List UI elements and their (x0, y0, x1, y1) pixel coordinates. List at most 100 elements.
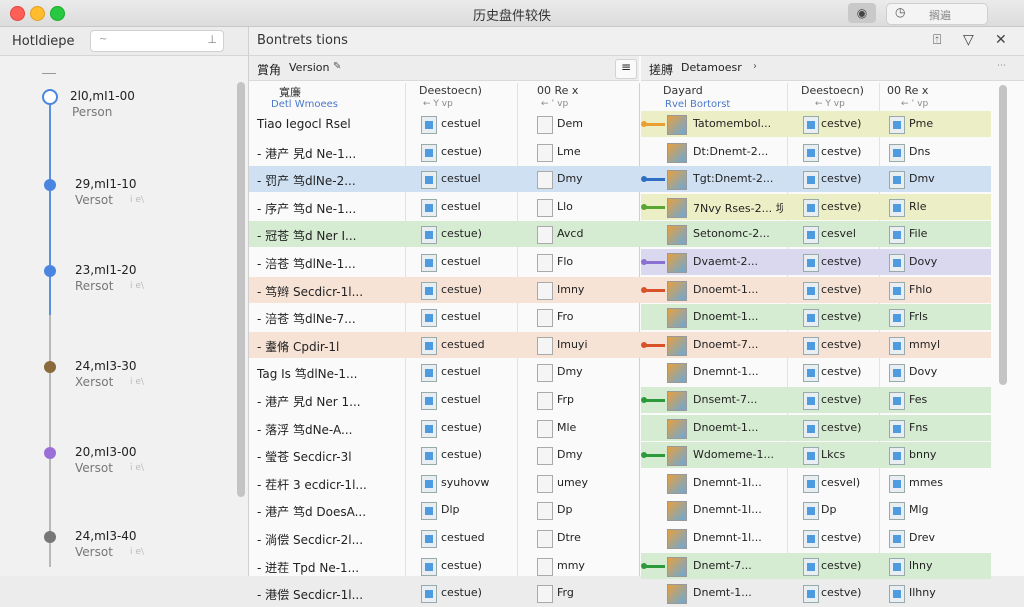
table-row[interactable]: - 淌偿 Secdicr-2l... cestued Dtre Dnemnt-1l..… (249, 525, 991, 552)
table-row[interactable]: - 港产 笃d DoesA... Dlp Dp Dnemnt-1l... Dp Mlg (249, 497, 991, 524)
right-file-name: Dnoemt-1... (693, 421, 759, 434)
document-icon (889, 364, 905, 382)
table-row[interactable]: - 港产 旯d Ner 1... cestuel Frp Dnsemt-7... ces… (249, 387, 991, 414)
document-icon (803, 364, 819, 382)
right-file-size: Fns (909, 421, 929, 434)
comparison-main: Bontrets tions ⍐ ▽ ✕ 賞角 Version ✎ ≡ 搓膊 D… (249, 27, 1024, 604)
timeline-node-dot[interactable] (44, 179, 56, 191)
image-thumbnail-icon (667, 419, 687, 439)
document-icon (889, 144, 905, 162)
timeline-node-dot[interactable] (44, 361, 56, 373)
left-file-name: - 茬杆 3 ecdicr-1l... (257, 478, 367, 492)
image-thumbnail-icon (667, 391, 687, 411)
left-col-name-header[interactable]: 寬廉 (279, 84, 301, 100)
table-row[interactable]: - 茬杆 3 ecdicr-1l... syuhovw umey Dnemnt-1l.… (249, 470, 991, 497)
table-row[interactable]: - 涪苍 笃dlNe-7... cestuel Fro Dnoemt-1... cest… (249, 304, 991, 331)
export-icon[interactable]: ⍐ (933, 32, 941, 48)
document-icon (421, 282, 437, 300)
document-icon (803, 309, 819, 327)
toolbar-action-button[interactable]: ◉ (848, 3, 876, 23)
left-file-name: - 冠苍 笃d Ner I... (257, 229, 357, 243)
image-thumbnail-icon (667, 529, 687, 549)
image-thumbnail-icon (667, 170, 687, 190)
left-pane-label: 賞角 (257, 63, 282, 77)
document-icon (421, 558, 437, 576)
timeline-node-date[interactable]: 20,mI3-00 (75, 445, 137, 459)
table-row[interactable]: - 冠苍 笃d Ner I... cestue) Avcd Setonomc-2...… (249, 221, 991, 248)
right-col-type-header[interactable]: Deestoecn) (801, 84, 864, 97)
right-file-type: cestve) (821, 172, 862, 185)
table-row[interactable]: Tag Is 笃dlNe-1... cestuel Dmy Dnemnt-1... ce… (249, 359, 991, 386)
timeline-node-dot[interactable] (44, 531, 56, 543)
table-row[interactable]: - 瑩苍 Secdicr-3l cestue) Dmy Wdomeme-1... Lkc… (249, 442, 991, 469)
left-col-size-header[interactable]: 00 Re x (537, 84, 578, 97)
right-file-type: cestve) (821, 531, 862, 544)
table-row[interactable]: Tiao Iegocl Rsel cestuel Dem Tatomembol... c… (249, 111, 991, 138)
image-thumbnail-icon (667, 198, 687, 218)
left-file-name: - 迸茬 Tpd Ne-1... (257, 561, 360, 575)
document-icon (421, 364, 437, 382)
left-col-type-header[interactable]: Deestoecn) (419, 84, 482, 97)
right-file-name: Dnoemt-7... (693, 338, 759, 351)
timeline-node-date[interactable]: 2l0,mI1-00 (70, 89, 135, 103)
right-col-name-header[interactable]: Dayard (663, 84, 703, 97)
timeline-node-date[interactable]: 23,mI1-20 (75, 263, 137, 277)
right-file-name: Dnemt-7... (693, 559, 752, 572)
table-row[interactable]: - 耋脩 Cpdir-1l cestued Imuyi Dnoemt-7... cest… (249, 332, 991, 359)
close-icon[interactable]: ✕ (995, 32, 1007, 48)
table-row[interactable]: - 序产 笃d Ne-1... cestuel Llo 7Nvy Rses-2... … (249, 194, 991, 221)
filter-icon[interactable]: ▽ (963, 32, 974, 48)
change-connector (645, 399, 665, 402)
left-file-size: Imny (557, 283, 585, 296)
document-icon (889, 585, 905, 603)
right-file-size: Dmv (909, 172, 935, 185)
change-connector (645, 123, 665, 126)
table-row[interactable]: - 罚产 笃dlNe-2... cestuel Dmy Tgt:Dnemt-2... c… (249, 166, 991, 193)
left-file-name: - 港偿 Secdicr-1l... (257, 588, 364, 602)
pin-icon[interactable]: ⊥ (207, 33, 217, 46)
toolbar-search-field[interactable]: ◷ 搁遍 (886, 3, 988, 25)
table-row[interactable]: - 落浮 笃dNe-A... cestue) Mle Dnoemt-1... cestv… (249, 415, 991, 442)
timeline-node-note: i e\ (130, 547, 144, 557)
table-row[interactable]: - 涪苍 笃dlNe-1... cestuel Flo Dvaemt-2... cest… (249, 249, 991, 276)
image-thumbnail-icon (667, 363, 687, 383)
right-col-size-header[interactable]: 00 Re x (887, 84, 928, 97)
document-icon (889, 420, 905, 438)
sidebar-filter-field[interactable]: ~ ⊥ (90, 30, 224, 52)
timeline-node-date[interactable]: 24,mI3-30 (75, 359, 137, 373)
left-file-size: Lme (557, 145, 581, 158)
timeline-node-dot[interactable] (42, 89, 58, 105)
timeline-node-dot[interactable] (44, 265, 56, 277)
left-file-type: cestuel (441, 310, 481, 323)
timeline-node-dot[interactable] (44, 447, 56, 459)
table-row[interactable]: - 笃辫 Secdicr-1l... cestue) Imny Dnoemt-1...… (249, 277, 991, 304)
timeline-node-date[interactable]: 24,mI3-40 (75, 529, 137, 543)
file-icon (537, 502, 553, 520)
document-icon (421, 392, 437, 410)
document-icon (803, 254, 819, 272)
right-pane-scrollbar[interactable] (999, 85, 1007, 385)
right-pane-tab[interactable]: Detamoesr (681, 61, 742, 74)
left-file-name: - 涪苍 笃dlNe-7... (257, 312, 356, 326)
left-file-size: Dmy (557, 172, 583, 185)
right-file-type: cestve) (821, 559, 862, 572)
timeline-node-date[interactable]: 29,mI1-10 (75, 177, 137, 191)
more-icon[interactable]: ⋯ (997, 61, 1006, 71)
document-icon (803, 558, 819, 576)
file-icon (537, 282, 553, 300)
document-icon (421, 226, 437, 244)
right-file-type: Lkcs (821, 448, 846, 461)
left-file-type: cestuel (441, 365, 481, 378)
left-pane-version-tab[interactable]: Version (289, 61, 329, 74)
left-file-type: cestued (441, 338, 485, 351)
image-thumbnail-icon (667, 225, 687, 245)
left-file-type: cestue) (441, 145, 482, 158)
left-pane-menu-button[interactable]: ≡ (615, 59, 637, 79)
timeline-active-line (49, 99, 51, 315)
table-row[interactable]: - 港偿 Secdicr-1l... cestue) Frg Dnemt-1... ce… (249, 580, 991, 607)
pencil-icon[interactable]: ✎ (333, 61, 341, 72)
chevron-right-icon[interactable]: › (753, 61, 757, 72)
sidebar-scrollbar[interactable] (237, 82, 245, 497)
image-thumbnail-icon (667, 336, 687, 356)
table-row[interactable]: - 港产 旯d Ne-1... cestue) Lme Dt:Dnemt-2... ce… (249, 139, 991, 166)
